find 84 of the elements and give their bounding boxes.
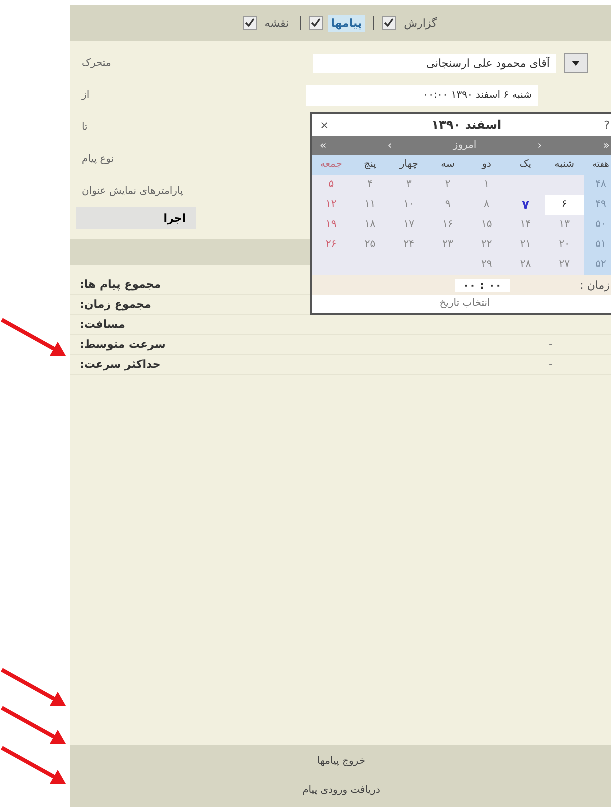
calendar-day[interactable]: ۲۷	[545, 255, 584, 275]
tab[interactable]: پیامها	[328, 14, 366, 32]
calendar-day[interactable]: ۲۸	[506, 255, 546, 275]
field-label: متحرک	[81, 58, 112, 68]
calendar-day[interactable]: ۲۰	[545, 235, 584, 255]
time-separator: :	[480, 278, 485, 292]
time-label: زمان :	[579, 278, 610, 292]
footer-link[interactable]: خروج پیامها	[317, 756, 366, 767]
arrow-icon	[1, 318, 66, 356]
calendar-nav-button[interactable]: «	[603, 139, 610, 152]
field-label: از	[80, 90, 91, 100]
stat-label: مسافت:	[80, 318, 126, 331]
weekday-header: یک	[506, 155, 546, 175]
calendar-day[interactable]: ۴	[350, 175, 390, 195]
footer-link[interactable]: دریافت ورودی پیام	[302, 785, 380, 796]
calendar-day[interactable]: ۷	[506, 195, 546, 215]
calendar-day[interactable]: ۲۱	[506, 235, 546, 255]
stat-label: سرعت متوسط:	[80, 338, 166, 351]
weekday-header: دو	[467, 155, 506, 175]
stat-label: حداکثر سرعت:	[80, 358, 161, 371]
stat-value: -	[549, 358, 553, 371]
weekday-header: پنج	[350, 155, 390, 175]
calendar-nav-button[interactable]: امروز	[453, 140, 477, 151]
week-number: ۴۹	[584, 195, 611, 215]
calendar-day[interactable]: ۵	[312, 175, 351, 195]
checkbox[interactable]	[382, 16, 396, 30]
week-number: ۵۰	[584, 215, 611, 235]
tab-separator	[300, 16, 302, 30]
arrow-icon	[1, 706, 66, 744]
calendar-nav-button[interactable]: ‹	[538, 139, 542, 152]
week-number: ۵۱	[584, 235, 611, 255]
calendar-day[interactable]: ۲۹	[467, 255, 506, 275]
run-button[interactable]: اجرا	[76, 207, 196, 229]
close-button[interactable]: ×	[320, 118, 330, 132]
week-number: ۴۸	[584, 175, 611, 195]
calendar-day[interactable]: ۲۴	[390, 235, 429, 255]
calendar-day[interactable]: ۱۳	[545, 215, 584, 235]
calendar-title: اسفند ۱۳۹۰	[430, 118, 503, 132]
tab[interactable]: نقشه	[262, 14, 292, 32]
hour-field[interactable]: ۰۰	[462, 278, 476, 292]
stat-value: -	[549, 338, 553, 351]
weekday-header: چهار	[390, 155, 429, 175]
calendar-day[interactable]: ۱۹	[312, 215, 351, 235]
minute-field[interactable]: ۰۰	[488, 278, 502, 292]
help-button[interactable]: ?	[604, 118, 610, 132]
calendar-day[interactable]: ۱۷	[390, 215, 429, 235]
calendar-day[interactable]: ۱۵	[467, 215, 506, 235]
weekday-header: جمعه	[312, 155, 351, 175]
arrow-icon	[1, 668, 66, 706]
calendar-day[interactable]: ۱۱	[350, 195, 390, 215]
calendar-day[interactable]: ۶	[545, 195, 584, 215]
calendar-day[interactable]: ۲۳	[428, 235, 468, 255]
calendar-day[interactable]: ۲۶	[312, 235, 351, 255]
calendar-day[interactable]: ۱۲	[312, 195, 351, 215]
calendar-day[interactable]: ۱۰	[390, 195, 429, 215]
date-field[interactable]: شنبه ۶ اسفند ۱۳۹۰ ۰۰:۰۰	[306, 84, 538, 106]
calendar-day[interactable]: ۱	[467, 175, 506, 195]
calendar-nav-button[interactable]: »	[320, 139, 327, 152]
calendar-footer: انتخاب تاریخ	[312, 295, 611, 313]
field-label: تا	[81, 122, 89, 132]
calendar-day[interactable]: ۲۲	[467, 235, 506, 255]
field-label: پارامترهای نمایش عنوان	[81, 186, 184, 196]
calendar-day[interactable]: ۸	[467, 195, 506, 215]
tab-separator	[373, 16, 374, 30]
weekday-header: هفته	[584, 155, 611, 175]
arrow-icon	[1, 746, 66, 784]
tab[interactable]: گزارش	[401, 14, 440, 32]
checkbox[interactable]	[309, 16, 324, 30]
field-label: نوع پیام	[81, 154, 116, 164]
week-number: ۵۲	[584, 255, 611, 275]
calendar-day[interactable]: ۲	[428, 175, 468, 195]
calendar-day[interactable]: ۳	[390, 175, 429, 195]
calendar-day[interactable]: ۹	[428, 195, 468, 215]
weekday-header: سه	[428, 155, 468, 175]
weekday-header: شنبه	[545, 155, 584, 175]
calendar-day[interactable]: ۲۵	[350, 235, 390, 255]
stat-label: مجموع پیام ها:	[80, 278, 162, 291]
calendar-day[interactable]: ۱۴	[506, 215, 546, 235]
calendar-day[interactable]: ۱۶	[428, 215, 468, 235]
calendar-day[interactable]: ۱۸	[350, 215, 390, 235]
stat-label: مجموع زمان:	[80, 298, 152, 311]
caret-icon	[572, 60, 580, 66]
checkbox[interactable]	[242, 16, 257, 30]
calendar-nav-button[interactable]: ›	[388, 139, 392, 152]
